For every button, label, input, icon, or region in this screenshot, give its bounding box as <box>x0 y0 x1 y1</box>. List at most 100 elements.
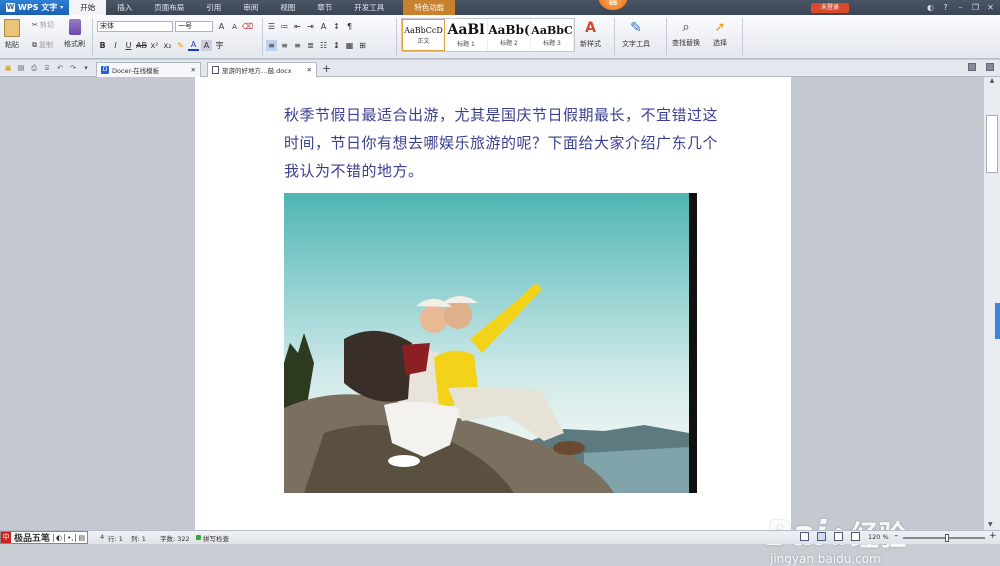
clear-format-icon[interactable]: ⌫ <box>242 21 253 32</box>
zoom-level[interactable]: 120 % <box>868 533 889 541</box>
find-replace-button[interactable]: ⌕ 查找替换 <box>672 20 700 48</box>
help-icon[interactable]: ? <box>940 2 951 13</box>
save-icon[interactable]: ▤ <box>16 63 26 73</box>
scroll-down-icon[interactable]: ▼ <box>988 521 993 528</box>
menu-special-features[interactable]: 特色功能 <box>403 0 456 15</box>
spell-check-toggle[interactable]: 拼写检查 <box>203 533 229 543</box>
print-icon[interactable]: ⎙ <box>29 63 39 73</box>
document-icon <box>212 66 219 74</box>
underline-icon[interactable]: U <box>123 40 134 51</box>
decrease-indent-icon[interactable]: ⇤ <box>292 21 303 32</box>
close-icon[interactable]: ✕ <box>985 2 996 13</box>
copy-button[interactable]: ⧉ 复制 <box>32 40 53 50</box>
grow-font-icon[interactable]: A <box>216 21 227 32</box>
sidebar-toggle-icon[interactable] <box>986 63 994 71</box>
superscript-icon[interactable]: x² <box>149 40 160 51</box>
menu-page-layout[interactable]: 页面布局 <box>143 0 195 15</box>
tab-close-icon[interactable]: ✕ <box>191 66 196 74</box>
shrink-font-icon[interactable]: A <box>229 21 240 32</box>
menu-view[interactable]: 视图 <box>269 0 306 15</box>
distribute-icon[interactable]: ☷ <box>318 40 329 51</box>
subscript-icon[interactable]: x₂ <box>162 40 173 51</box>
document-page[interactable]: 秋季节假日最适合出游，尤其是国庆节日假期最长，不宜错过这时间，节日你有想去哪娱乐… <box>195 77 791 530</box>
line-spacing-icon[interactable]: ↨ <box>331 40 342 51</box>
font-color-icon[interactable]: A <box>188 40 199 51</box>
tab-docer-templates[interactable]: D Docer-在线模板 ✕ <box>96 62 201 77</box>
minimize-icon[interactable]: – <box>955 2 966 13</box>
numbered-list-icon[interactable]: ≔ <box>279 21 290 32</box>
keyboard-icon[interactable]: ▤ <box>75 533 87 542</box>
body-paragraph[interactable]: 秋季节假日最适合出游，尤其是国庆节日假期最长，不宜错过这时间，节日你有想去哪娱乐… <box>284 101 724 185</box>
text-tools-button[interactable]: ✎ 文字工具 <box>622 20 650 49</box>
font-family-select[interactable]: 宋体 <box>97 21 173 32</box>
italic-icon[interactable]: I <box>110 40 121 51</box>
format-painter-button[interactable]: 格式刷 <box>64 19 85 49</box>
new-tab-icon[interactable]: + <box>322 62 331 75</box>
bold-icon[interactable]: B <box>97 40 108 51</box>
strikethrough-icon[interactable]: AB <box>136 40 147 51</box>
vertical-scrollbar[interactable]: ▲ ▼ <box>983 77 1000 530</box>
char-shading-icon[interactable]: A <box>201 40 212 51</box>
select-button[interactable]: ➚ 选择 <box>713 20 727 48</box>
highlight-icon[interactable]: ✎ <box>175 40 186 51</box>
outline-icon[interactable] <box>851 532 860 541</box>
show-marks-icon[interactable]: ¶ <box>344 21 355 32</box>
increase-indent-icon[interactable]: ⇥ <box>305 21 316 32</box>
ime-toolbar[interactable]: 中 极品五笔 ◐ •, ▤ <box>0 531 89 544</box>
document-tab-bar: ▣ ▤ ⎙ ⌸ ↶ ↷ ▾ D Docer-在线模板 ✕ 旅游的好地方…鼓.do… <box>0 60 1000 77</box>
style-heading-2[interactable]: AaBb( 标题 2 <box>488 19 531 51</box>
menu-developer[interactable]: 开发工具 <box>343 0 395 15</box>
align-left-icon[interactable]: ≡ <box>266 40 277 51</box>
document-workspace: 秋季节假日最适合出游，尤其是国庆节日假期最长，不宜错过这时间，节日你有想去哪娱乐… <box>0 77 983 566</box>
phonetic-icon[interactable]: 字 <box>214 40 225 51</box>
word-count[interactable]: 字数: 322 <box>160 533 190 543</box>
print-preview-icon[interactable]: ⌸ <box>42 63 52 73</box>
panel-toggle-icon[interactable] <box>968 63 976 71</box>
cut-button[interactable]: ✂ 剪切 <box>32 20 54 30</box>
zoom-in-icon[interactable]: + <box>989 531 997 541</box>
menu-home[interactable]: 开始 <box>69 0 107 15</box>
skin-icon[interactable]: ◐ <box>925 2 936 13</box>
punct-icon[interactable]: •, <box>64 533 75 542</box>
font-size-select[interactable]: 一号 <box>175 21 213 32</box>
shading-icon[interactable]: ▦ <box>344 40 355 51</box>
travel-photo[interactable] <box>284 193 697 493</box>
scroll-up-icon[interactable]: ▲ <box>984 77 1000 87</box>
tab-close-icon[interactable]: ✕ <box>307 66 312 74</box>
bullet-list-icon[interactable]: ☰ <box>266 21 277 32</box>
paste-button[interactable]: 粘贴 <box>4 19 20 50</box>
style-heading-3[interactable]: AaBbC 标题 3 <box>531 19 574 51</box>
menu-references[interactable]: 引用 <box>195 0 232 15</box>
undo-icon[interactable]: ↶ <box>55 63 65 73</box>
menu-bar: W WPS 文字 ▾ 开始 插入 页面布局 引用 审阅 视图 章节 开发工具 特… <box>0 0 1000 15</box>
style-normal[interactable]: AaBbCcD 正文 <box>402 19 445 51</box>
menu-chapter[interactable]: 章节 <box>306 0 343 15</box>
login-button[interactable]: 未登录 <box>811 3 849 13</box>
align-right-icon[interactable]: ≡ <box>292 40 303 51</box>
web-layout-icon[interactable] <box>834 532 843 541</box>
app-menu-button[interactable]: W WPS 文字 ▾ <box>0 0 70 15</box>
full-screen-icon[interactable] <box>817 532 826 541</box>
sort-icon[interactable]: ↕ <box>331 21 342 32</box>
redo-icon[interactable]: ↷ <box>68 63 78 73</box>
customize-icon[interactable]: ▾ <box>81 63 91 73</box>
menu-review[interactable]: 审阅 <box>232 0 269 15</box>
zoom-out-icon[interactable]: – <box>894 531 899 541</box>
tab-document[interactable]: 旅游的好地方…鼓.docx ✕ <box>207 62 317 77</box>
justify-icon[interactable]: ≣ <box>305 40 316 51</box>
menu-insert[interactable]: 插入 <box>106 0 143 15</box>
borders-icon[interactable]: ⊞ <box>357 40 368 51</box>
print-layout-icon[interactable] <box>800 532 809 541</box>
align-center-icon[interactable]: ≡ <box>279 40 290 51</box>
moon-icon[interactable]: ◐ <box>53 533 64 542</box>
binoculars-icon: ⌕ <box>682 20 690 35</box>
open-folder-icon[interactable]: ▣ <box>3 63 13 73</box>
new-style-button[interactable]: A 新样式 <box>580 20 601 49</box>
scroll-thumb[interactable] <box>986 115 998 173</box>
side-panel-tab[interactable] <box>995 303 1000 339</box>
restore-icon[interactable]: ❐ <box>970 2 981 13</box>
zoom-slider[interactable] <box>903 534 985 542</box>
zoom-slider-thumb[interactable] <box>945 534 949 542</box>
chinese-layout-icon[interactable]: A <box>318 21 329 32</box>
style-heading-1[interactable]: AaBl 标题 1 <box>445 19 488 51</box>
